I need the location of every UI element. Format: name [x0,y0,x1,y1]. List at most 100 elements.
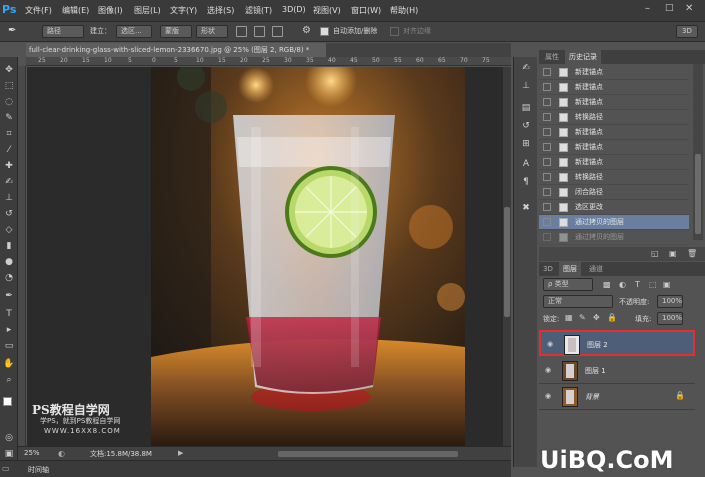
hand-tool-icon[interactable]: ✋ [2,357,16,371]
lock-transparent-icon[interactable]: ▦ [565,313,573,322]
history-item[interactable]: 闭合路径 [539,185,689,200]
snapshot-icon[interactable]: ◱ [651,249,659,258]
history-icon[interactable]: ↺ [519,119,533,133]
trash-icon[interactable]: 🗑 [687,249,697,258]
pen-tool-icon[interactable]: ✒ [8,25,16,36]
navigator-icon[interactable]: ⊞ [519,137,533,151]
camera-icon[interactable]: ▣ [669,249,677,258]
tab-layers[interactable]: 图层 [559,262,581,276]
menu-help[interactable]: 帮助(H) [390,5,418,16]
gear-icon[interactable]: ⚙ [302,25,311,36]
history-item[interactable]: 新建锚点 [539,125,689,140]
history-brush-icon[interactable]: ↺ [2,207,16,221]
history-checkbox[interactable] [543,203,551,211]
minimize-icon[interactable]: – [645,3,650,14]
gradient-tool-icon[interactable]: ▮ [2,239,16,253]
layer-filter-select[interactable]: ρ 类型 [543,278,593,291]
history-checkbox[interactable] [543,233,551,241]
history-item[interactable]: 新建锚点 [539,80,689,95]
clone-source-icon[interactable]: ⊥ [519,79,533,93]
history-item-undone[interactable]: 通过拷贝的图层 [539,230,689,245]
tab-properties[interactable]: 属性 [541,50,563,64]
shape-tool-icon[interactable]: ▭ [2,339,16,353]
stamp-tool-icon[interactable]: ⊥ [2,191,16,205]
filter-shape-icon[interactable]: ⬚ [649,280,657,289]
layer-row[interactable]: ◉ 背景 🔒 [539,384,695,410]
scroll-thumb[interactable] [504,207,510,317]
zoom-level[interactable]: 25% [24,449,40,457]
tool-presets-icon[interactable]: ✖ [519,201,533,215]
menu-edit[interactable]: 编辑(E) [62,5,89,16]
path-arrange-icon[interactable] [272,26,283,37]
eye-icon[interactable]: ◉ [547,340,557,348]
crop-tool-icon[interactable]: ⌗ [2,127,16,141]
tab-channels[interactable]: 通道 [585,262,607,276]
menu-file[interactable]: 文件(F) [25,5,52,16]
zoom-tool-icon[interactable]: ⌕ [2,373,16,387]
opacity-field[interactable]: 100% [657,295,683,308]
foreground-color-swatch[interactable] [3,397,12,406]
path-mode-select[interactable]: 路径 [42,25,84,38]
timeline-icon[interactable]: ▭ [2,464,10,473]
history-checkbox[interactable] [543,83,551,91]
path-ops-icon[interactable] [236,26,247,37]
lock-position-icon[interactable]: ✥ [593,313,600,322]
menu-3d[interactable]: 3D(D) [282,5,306,14]
history-checkbox[interactable] [543,158,551,166]
layer-name[interactable]: 图层 2 [587,340,608,350]
history-item[interactable]: 转换路径 [539,170,689,185]
blend-mode-select[interactable]: 正常 [543,295,613,308]
marquee-tool-icon[interactable]: ⬚ [2,79,16,93]
history-checkbox[interactable] [543,113,551,121]
layer-name[interactable]: 图层 1 [585,366,606,376]
filter-type-icon[interactable]: T [635,280,640,289]
maximize-icon[interactable]: □ [665,3,674,13]
canvas-vertical-scrollbar[interactable] [503,67,511,446]
lock-all-icon[interactable]: 🔒 [607,313,617,322]
menu-type[interactable]: 文字(Y) [170,5,197,16]
history-item[interactable]: 新建锚点 [539,95,689,110]
history-item[interactable]: 选区更改 [539,200,689,215]
filter-adjust-icon[interactable]: ◐ [619,280,626,289]
scroll-thumb[interactable] [695,154,701,234]
document-tab[interactable]: full-clear-drinking-glass-with-sliced-le… [26,43,326,57]
selection-button[interactable]: 选区... [116,25,152,38]
menu-layer[interactable]: 图层(L) [134,5,161,16]
brush-presets-icon[interactable]: ✍ [519,61,533,75]
history-checkbox[interactable] [543,128,551,136]
layer-row-selected[interactable]: ◉ 图层 2 [539,330,695,356]
paragraph-icon[interactable]: ¶ [519,175,533,189]
mask-button[interactable]: 蒙版 [160,25,192,38]
lock-pixels-icon[interactable]: ✎ [579,313,586,322]
eye-icon[interactable]: ◉ [545,392,555,400]
history-checkbox[interactable] [543,98,551,106]
eraser-tool-icon[interactable]: ◇ [2,223,16,237]
path-select-tool-icon[interactable]: ▸ [2,323,16,337]
menu-select[interactable]: 选择(S) [207,5,234,16]
layer-row[interactable]: ◉ 图层 1 [539,358,695,384]
histogram-icon[interactable]: ▤ [519,101,533,115]
filter-smart-icon[interactable]: ▣ [663,280,671,289]
menu-filter[interactable]: 滤镜(T) [245,5,272,16]
pen-tool-icon[interactable]: ✒ [2,289,16,303]
path-align-icon[interactable] [254,26,265,37]
type-tool-icon[interactable]: T [2,307,16,321]
share-icon[interactable]: ◐ [58,449,65,458]
lasso-tool-icon[interactable]: ◌ [2,95,16,109]
history-item[interactable]: 新建锚点 [539,155,689,170]
3d-mode-button[interactable]: 3D [676,25,698,38]
document-image[interactable] [151,67,465,446]
quick-select-tool-icon[interactable]: ✎ [2,111,16,125]
tab-history[interactable]: 历史记录 [565,50,601,64]
filter-pixel-icon[interactable]: ▩ [603,280,611,289]
quick-mask-icon[interactable]: ◎ [2,431,16,445]
status-menu-arrow-icon[interactable]: ▶ [178,449,183,457]
character-icon[interactable]: A [519,157,533,171]
auto-add-checkbox[interactable] [320,27,329,36]
history-checkbox[interactable] [543,143,551,151]
menu-image[interactable]: 图像(I) [98,5,123,16]
move-tool-icon[interactable]: ✥ [2,63,16,77]
history-checkbox[interactable] [543,218,551,226]
history-item[interactable]: 新建锚点 [539,65,689,80]
timeline-label[interactable]: 时间轴 [28,465,49,475]
